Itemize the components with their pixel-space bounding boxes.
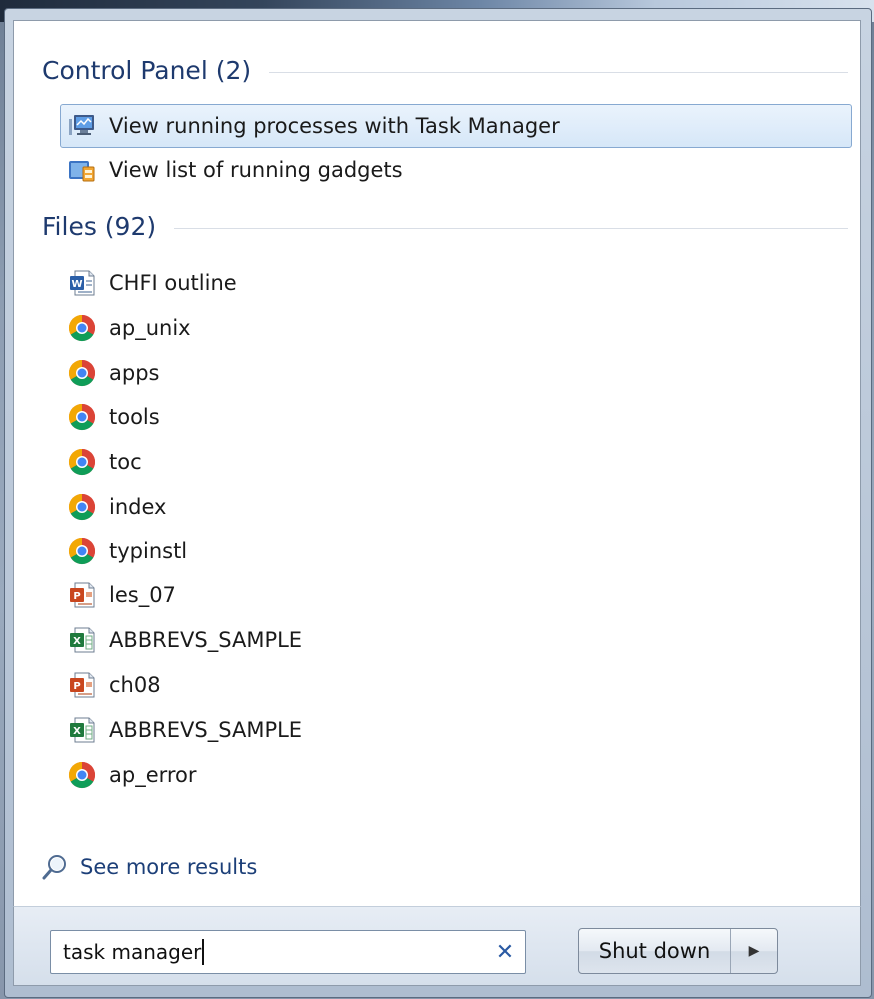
file-label: ABBREVS_SAMPLE [109, 718, 303, 742]
close-icon: ✕ [495, 939, 515, 965]
file-label: tools [109, 405, 160, 429]
excel-icon: X [67, 625, 97, 655]
file-item[interactable]: P ch08 [60, 663, 560, 707]
file-label: apps [109, 361, 160, 385]
text-caret [202, 939, 205, 965]
file-item[interactable]: ap_unix [60, 306, 560, 350]
word-document-icon: W [67, 268, 97, 298]
svg-text:P: P [73, 591, 80, 602]
shutdown-options-button[interactable]: ▶ [731, 929, 777, 973]
file-label: index [109, 495, 167, 519]
chrome-icon [67, 447, 97, 477]
file-item[interactable]: index [60, 485, 560, 529]
group-title: Files (92) [42, 212, 157, 241]
chrome-icon [67, 313, 97, 343]
file-item[interactable]: X ABBREVS_SAMPLE [60, 618, 560, 662]
chevron-right-icon: ▶ [748, 943, 760, 959]
file-item[interactable]: X ABBREVS_SAMPLE [60, 708, 560, 752]
shutdown-button[interactable]: Shut down [579, 929, 731, 973]
file-label: toc [109, 450, 142, 474]
chrome-icon [67, 402, 97, 432]
file-item[interactable]: P les_07 [60, 573, 560, 617]
search-field[interactable]: task manager [51, 939, 485, 965]
file-label: les_07 [109, 583, 176, 607]
file-label: ap_unix [109, 316, 191, 340]
svg-text:X: X [73, 726, 81, 737]
file-label: CHFI outline [109, 271, 237, 295]
file-item[interactable]: ap_error [60, 753, 560, 797]
file-item[interactable]: tools [60, 395, 560, 439]
chrome-icon [67, 492, 97, 522]
task-manager-icon [67, 111, 97, 141]
file-item[interactable]: typinstl [60, 529, 560, 573]
excel-icon: X [67, 715, 97, 745]
clear-search-button[interactable]: ✕ [485, 932, 525, 972]
group-header-files: Files (92) [42, 212, 848, 241]
chrome-icon [67, 760, 97, 790]
file-item[interactable]: apps [60, 351, 560, 395]
group-title: Control Panel (2) [42, 56, 252, 85]
result-task-manager[interactable]: View running processes with Task Manager [60, 104, 852, 148]
group-divider [174, 227, 848, 229]
result-label: View list of running gadgets [109, 158, 403, 182]
file-label: ap_error [109, 763, 197, 787]
powerpoint-icon: P [67, 670, 97, 700]
svg-text:X: X [73, 636, 81, 647]
svg-text:P: P [73, 681, 80, 692]
chrome-icon [67, 358, 97, 388]
shutdown-label: Shut down [598, 939, 711, 963]
search-text: task manager [63, 940, 202, 964]
chrome-icon [67, 536, 97, 566]
file-label: ABBREVS_SAMPLE [109, 628, 303, 652]
group-divider [269, 71, 848, 73]
file-label: ch08 [109, 673, 161, 697]
see-more-label: See more results [80, 855, 258, 879]
result-label: View running processes with Task Manager [109, 114, 560, 138]
gadgets-icon [67, 155, 97, 185]
see-more-results-link[interactable]: See more results [40, 852, 257, 882]
powerpoint-icon: P [67, 580, 97, 610]
result-gadgets[interactable]: View list of running gadgets [60, 148, 852, 192]
group-header-control-panel: Control Panel (2) [42, 56, 848, 85]
search-icon [40, 852, 70, 882]
shutdown-control: Shut down ▶ [578, 928, 778, 974]
svg-text:W: W [71, 279, 82, 290]
file-item[interactable]: W CHFI outline [60, 261, 560, 305]
file-item[interactable]: toc [60, 440, 560, 484]
search-input[interactable]: task manager ✕ [50, 930, 526, 974]
file-label: typinstl [109, 539, 188, 563]
